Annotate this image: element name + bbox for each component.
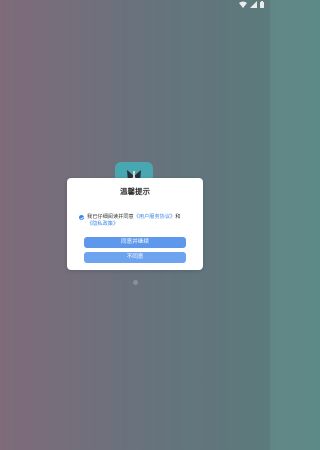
check-icon	[79, 216, 84, 220]
consent-prefix: 我已仔细阅读并同意	[87, 214, 134, 220]
consent-checkbox[interactable]	[79, 215, 84, 220]
consent-conjunction: 和	[175, 214, 181, 220]
disagree-button[interactable]: 不同意	[84, 252, 186, 263]
agree-button[interactable]: 同意并继续	[84, 237, 186, 248]
privacy-policy-link[interactable]: 《隐私政策》	[87, 221, 118, 227]
dialog-title: 温馨提示	[120, 187, 150, 196]
user-agreement-link[interactable]: 《用户服务协议》	[134, 214, 176, 220]
consent-text: 我已仔细阅读并同意《用户服务协议》和《隐私政策》	[87, 214, 199, 228]
privacy-dialog: 温馨提示 我已仔细阅读并同意《用户服务协议》和《隐私政策》 同意并继续 不同意	[67, 178, 203, 270]
